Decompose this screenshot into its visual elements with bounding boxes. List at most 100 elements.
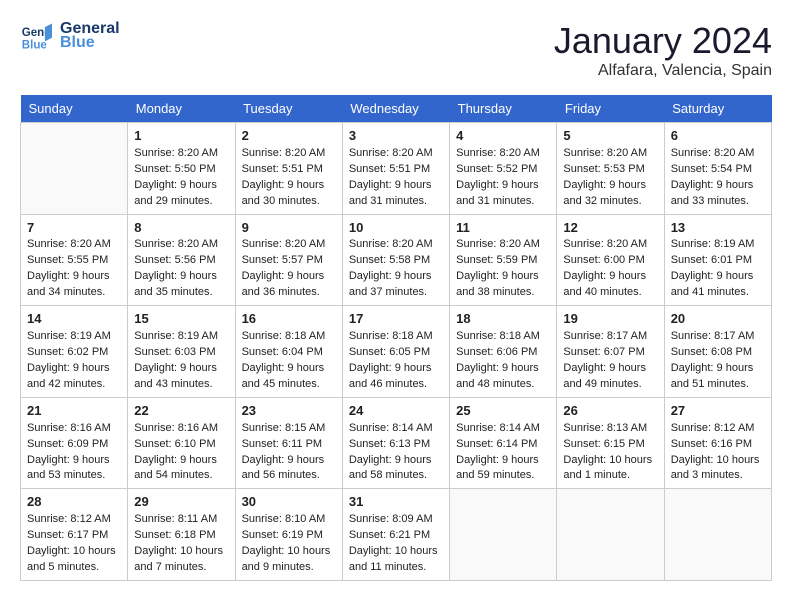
sunrise-text: Sunrise: 8:20 AM: [349, 146, 443, 162]
cell-content: 10Sunrise: 8:20 AMSunset: 5:58 PMDayligh…: [349, 219, 443, 302]
calendar-cell: 4Sunrise: 8:20 AMSunset: 5:52 PMDaylight…: [450, 123, 557, 215]
cell-content: 13Sunrise: 8:19 AMSunset: 6:01 PMDayligh…: [671, 219, 765, 302]
cell-content: 2Sunrise: 8:20 AMSunset: 5:51 PMDaylight…: [242, 127, 336, 210]
calendar-cell: 5Sunrise: 8:20 AMSunset: 5:53 PMDaylight…: [557, 123, 664, 215]
calendar-cell: 15Sunrise: 8:19 AMSunset: 6:03 PMDayligh…: [128, 306, 235, 398]
sunrise-text: Sunrise: 8:15 AM: [242, 421, 336, 437]
calendar-cell: 8Sunrise: 8:20 AMSunset: 5:56 PMDaylight…: [128, 214, 235, 306]
sunset-text: Sunset: 5:54 PM: [671, 162, 765, 178]
header-thursday: Thursday: [450, 95, 557, 123]
calendar-cell: 16Sunrise: 8:18 AMSunset: 6:04 PMDayligh…: [235, 306, 342, 398]
sunset-text: Sunset: 6:06 PM: [456, 345, 550, 361]
sunset-text: Sunset: 6:01 PM: [671, 253, 765, 269]
cell-content: 31Sunrise: 8:09 AMSunset: 6:21 PMDayligh…: [349, 493, 443, 576]
sunset-text: Sunset: 6:16 PM: [671, 437, 765, 453]
sunset-text: Sunset: 5:50 PM: [134, 162, 228, 178]
daylight-text: Daylight: 9 hours and 29 minutes.: [134, 178, 228, 210]
sunset-text: Sunset: 6:10 PM: [134, 437, 228, 453]
sunset-text: Sunset: 5:51 PM: [242, 162, 336, 178]
day-number: 1: [134, 127, 228, 146]
sunset-text: Sunset: 6:21 PM: [349, 528, 443, 544]
daylight-text: Daylight: 10 hours and 9 minutes.: [242, 544, 336, 576]
sunset-text: Sunset: 5:57 PM: [242, 253, 336, 269]
daylight-text: Daylight: 9 hours and 33 minutes.: [671, 178, 765, 210]
sunset-text: Sunset: 6:11 PM: [242, 437, 336, 453]
calendar-cell: 18Sunrise: 8:18 AMSunset: 6:06 PMDayligh…: [450, 306, 557, 398]
cell-content: 15Sunrise: 8:19 AMSunset: 6:03 PMDayligh…: [134, 310, 228, 393]
sunset-text: Sunset: 5:59 PM: [456, 253, 550, 269]
sunrise-text: Sunrise: 8:18 AM: [349, 329, 443, 345]
day-number: 3: [349, 127, 443, 146]
calendar-cell: 14Sunrise: 8:19 AMSunset: 6:02 PMDayligh…: [21, 306, 128, 398]
day-number: 18: [456, 310, 550, 329]
daylight-text: Daylight: 9 hours and 37 minutes.: [349, 269, 443, 301]
header-saturday: Saturday: [664, 95, 771, 123]
sunrise-text: Sunrise: 8:20 AM: [242, 146, 336, 162]
daylight-text: Daylight: 10 hours and 7 minutes.: [134, 544, 228, 576]
calendar-week-row: 7Sunrise: 8:20 AMSunset: 5:55 PMDaylight…: [21, 214, 772, 306]
sunrise-text: Sunrise: 8:20 AM: [563, 146, 657, 162]
daylight-text: Daylight: 9 hours and 56 minutes.: [242, 453, 336, 485]
sunrise-text: Sunrise: 8:20 AM: [134, 237, 228, 253]
sunrise-text: Sunrise: 8:16 AM: [27, 421, 121, 437]
daylight-text: Daylight: 10 hours and 1 minute.: [563, 453, 657, 485]
header-friday: Friday: [557, 95, 664, 123]
daylight-text: Daylight: 9 hours and 48 minutes.: [456, 361, 550, 393]
day-number: 16: [242, 310, 336, 329]
logo: General Blue General Blue: [20, 20, 120, 52]
daylight-text: Daylight: 9 hours and 35 minutes.: [134, 269, 228, 301]
sunrise-text: Sunrise: 8:12 AM: [671, 421, 765, 437]
day-number: 26: [563, 402, 657, 421]
daylight-text: Daylight: 9 hours and 36 minutes.: [242, 269, 336, 301]
sunset-text: Sunset: 6:19 PM: [242, 528, 336, 544]
calendar-cell: 30Sunrise: 8:10 AMSunset: 6:19 PMDayligh…: [235, 489, 342, 581]
day-number: 15: [134, 310, 228, 329]
day-number: 6: [671, 127, 765, 146]
month-title: January 2024: [554, 20, 772, 62]
calendar-cell: 6Sunrise: 8:20 AMSunset: 5:54 PMDaylight…: [664, 123, 771, 215]
cell-content: 11Sunrise: 8:20 AMSunset: 5:59 PMDayligh…: [456, 219, 550, 302]
day-number: 12: [563, 219, 657, 238]
cell-content: 4Sunrise: 8:20 AMSunset: 5:52 PMDaylight…: [456, 127, 550, 210]
calendar-cell: 20Sunrise: 8:17 AMSunset: 6:08 PMDayligh…: [664, 306, 771, 398]
daylight-text: Daylight: 10 hours and 3 minutes.: [671, 453, 765, 485]
cell-content: 12Sunrise: 8:20 AMSunset: 6:00 PMDayligh…: [563, 219, 657, 302]
day-number: 13: [671, 219, 765, 238]
daylight-text: Daylight: 9 hours and 49 minutes.: [563, 361, 657, 393]
sunrise-text: Sunrise: 8:20 AM: [349, 237, 443, 253]
sunrise-text: Sunrise: 8:18 AM: [456, 329, 550, 345]
calendar-table: SundayMondayTuesdayWednesdayThursdayFrid…: [20, 95, 772, 581]
calendar-cell: 2Sunrise: 8:20 AMSunset: 5:51 PMDaylight…: [235, 123, 342, 215]
calendar-cell: 29Sunrise: 8:11 AMSunset: 6:18 PMDayligh…: [128, 489, 235, 581]
daylight-text: Daylight: 9 hours and 31 minutes.: [349, 178, 443, 210]
calendar-cell: 28Sunrise: 8:12 AMSunset: 6:17 PMDayligh…: [21, 489, 128, 581]
logo-icon: General Blue: [20, 20, 52, 52]
day-number: 17: [349, 310, 443, 329]
sunrise-text: Sunrise: 8:19 AM: [671, 237, 765, 253]
cell-content: 3Sunrise: 8:20 AMSunset: 5:51 PMDaylight…: [349, 127, 443, 210]
day-number: 31: [349, 493, 443, 512]
day-number: 25: [456, 402, 550, 421]
calendar-cell: 22Sunrise: 8:16 AMSunset: 6:10 PMDayligh…: [128, 397, 235, 489]
sunset-text: Sunset: 6:18 PM: [134, 528, 228, 544]
sunset-text: Sunset: 5:52 PM: [456, 162, 550, 178]
daylight-text: Daylight: 9 hours and 42 minutes.: [27, 361, 121, 393]
sunrise-text: Sunrise: 8:18 AM: [242, 329, 336, 345]
daylight-text: Daylight: 9 hours and 40 minutes.: [563, 269, 657, 301]
daylight-text: Daylight: 9 hours and 59 minutes.: [456, 453, 550, 485]
svg-text:Blue: Blue: [22, 39, 48, 51]
sunrise-text: Sunrise: 8:20 AM: [563, 237, 657, 253]
calendar-cell: 9Sunrise: 8:20 AMSunset: 5:57 PMDaylight…: [235, 214, 342, 306]
sunset-text: Sunset: 5:53 PM: [563, 162, 657, 178]
cell-content: 26Sunrise: 8:13 AMSunset: 6:15 PMDayligh…: [563, 402, 657, 485]
sunset-text: Sunset: 6:03 PM: [134, 345, 228, 361]
sunrise-text: Sunrise: 8:20 AM: [134, 146, 228, 162]
header-tuesday: Tuesday: [235, 95, 342, 123]
daylight-text: Daylight: 9 hours and 45 minutes.: [242, 361, 336, 393]
cell-content: 30Sunrise: 8:10 AMSunset: 6:19 PMDayligh…: [242, 493, 336, 576]
daylight-text: Daylight: 9 hours and 38 minutes.: [456, 269, 550, 301]
daylight-text: Daylight: 9 hours and 54 minutes.: [134, 453, 228, 485]
calendar-cell: 12Sunrise: 8:20 AMSunset: 6:00 PMDayligh…: [557, 214, 664, 306]
header-monday: Monday: [128, 95, 235, 123]
day-number: 14: [27, 310, 121, 329]
